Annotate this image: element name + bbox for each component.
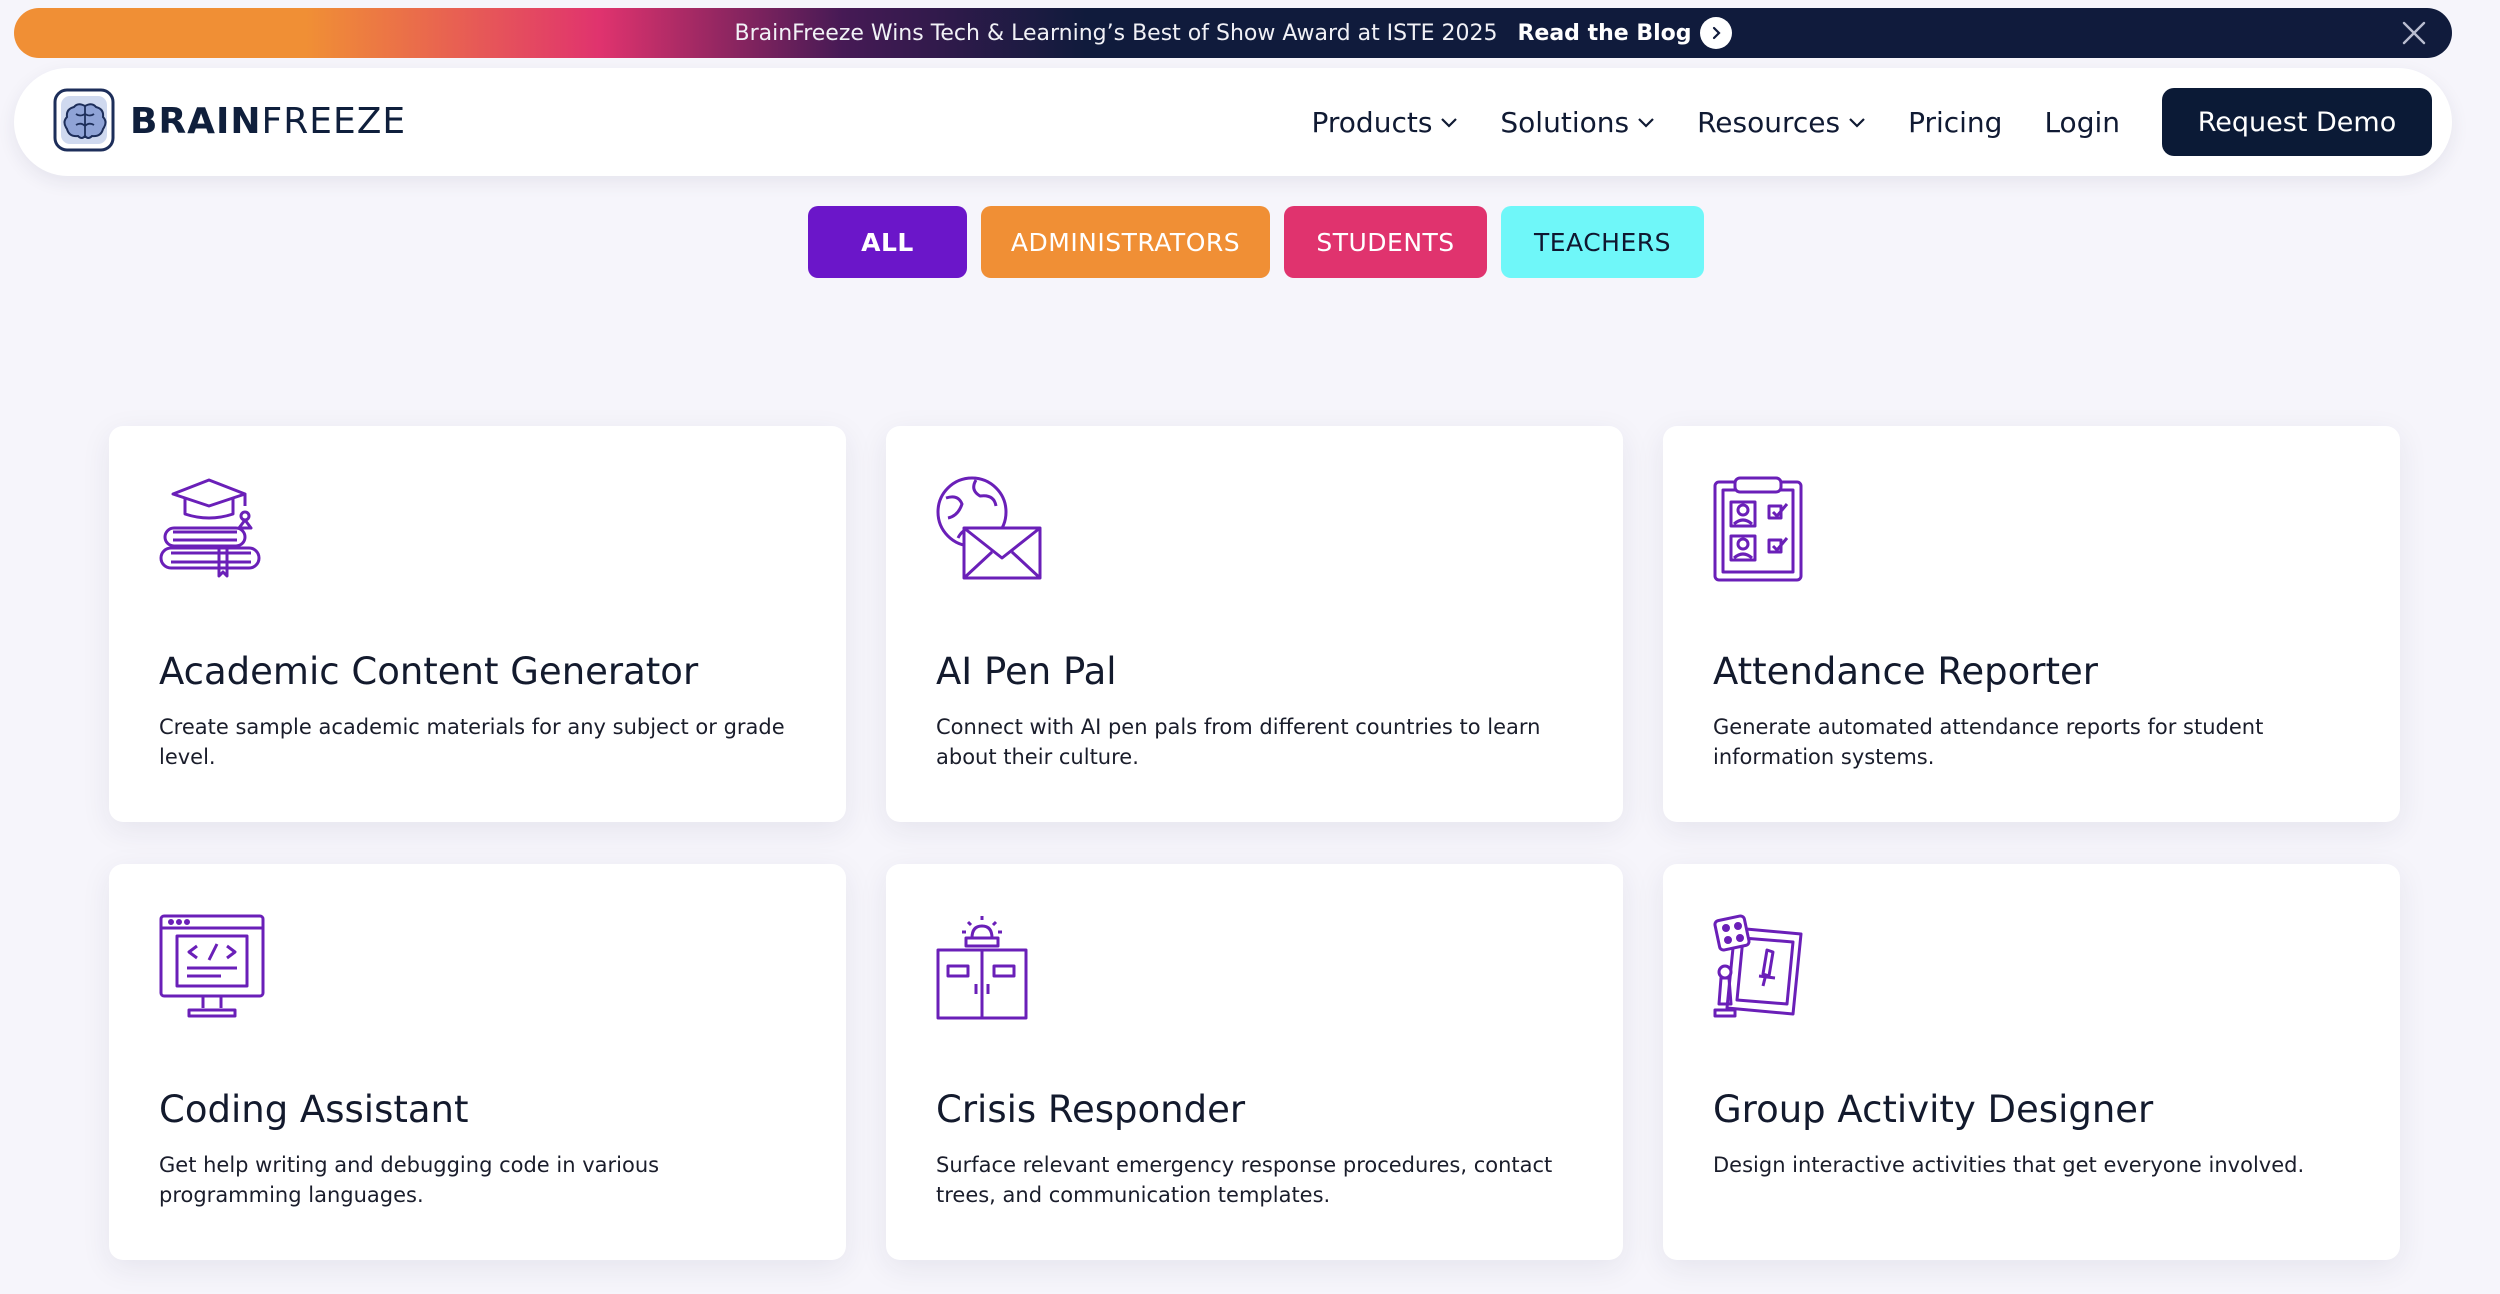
filter-all[interactable]: ALL — [808, 206, 967, 278]
tool-title: AI Pen Pal — [936, 650, 1117, 693]
nav-item-resources[interactable]: Resources — [1697, 106, 1866, 139]
chevron-down-icon — [1849, 118, 1865, 128]
filter-teachers[interactable]: TEACHERS — [1501, 206, 1704, 278]
tool-description: Generate automated attendance reports fo… — [1713, 715, 2264, 769]
game-board-icon — [1713, 914, 1803, 1018]
tool-card-attendance-reporter[interactable]: Attendance Reporter Generate automated a… — [1663, 426, 2400, 822]
tool-card-coding-assistant[interactable]: Coding Assistant Get help writing and de… — [109, 864, 846, 1260]
tool-title: Coding Assistant — [159, 1088, 469, 1131]
tool-title: Attendance Reporter — [1713, 650, 2098, 693]
tool-card-crisis-responder[interactable]: Crisis Responder Surface relevant emerge… — [886, 864, 1623, 1260]
banner-text: BrainFreeze Wins Tech & Learning’s Best … — [734, 20, 1498, 46]
tool-description: Design interactive activities that get e… — [1713, 1153, 2305, 1177]
tool-description: Get help writing and debugging code in v… — [159, 1153, 660, 1207]
chevron-down-icon — [1638, 118, 1654, 128]
request-demo-button[interactable]: Request Demo — [2162, 88, 2432, 156]
tool-description: Connect with AI pen pals from different … — [936, 715, 1541, 769]
tool-description: Surface relevant emergency response proc… — [936, 1153, 1553, 1207]
tool-title: Crisis Responder — [936, 1088, 1246, 1131]
tool-title: Group Activity Designer — [1713, 1088, 2154, 1131]
graduation-books-icon — [159, 478, 261, 578]
nav-item-pricing[interactable]: Pricing — [1908, 106, 2002, 139]
nav-menu: Products Solutions Resources Pricing Log… — [1312, 88, 2432, 156]
brand-name: BRAINFREEZE — [130, 100, 407, 142]
audience-filter-bar: ALL ADMINISTRATORS STUDENTS TEACHERS — [808, 206, 1718, 278]
tool-card-ai-pen-pal[interactable]: AI Pen Pal Connect with AI pen pals from… — [886, 426, 1623, 822]
alarm-doors-icon — [936, 916, 1028, 1020]
main-navbar: BRAINFREEZE Products Solutions Resources… — [14, 68, 2452, 176]
globe-envelope-icon — [936, 476, 1042, 580]
nav-item-products[interactable]: Products — [1312, 106, 1459, 139]
filter-students[interactable]: STUDENTS — [1284, 206, 1487, 278]
close-icon[interactable] — [2400, 19, 2428, 47]
brand-logo[interactable]: BRAINFREEZE — [52, 87, 406, 155]
clipboard-checklist-icon — [1713, 476, 1803, 582]
filter-administrators[interactable]: ADMINISTRATORS — [981, 206, 1270, 278]
tool-card-group-activity-designer[interactable]: Group Activity Designer Design interacti… — [1663, 864, 2400, 1260]
code-monitor-icon — [159, 914, 265, 1018]
announcement-banner: BrainFreeze Wins Tech & Learning’s Best … — [14, 8, 2452, 58]
brain-logo-icon — [53, 88, 115, 152]
nav-item-login[interactable]: Login — [2044, 106, 2120, 139]
tool-card-academic-content-generator[interactable]: Academic Content Generator Create sample… — [109, 426, 846, 822]
read-blog-link[interactable]: Read the Blog — [1517, 21, 1691, 46]
tool-description: Create sample academic materials for any… — [159, 715, 785, 769]
chevron-down-icon — [1441, 118, 1458, 128]
chevron-right-icon[interactable] — [1699, 17, 1732, 49]
tool-title: Academic Content Generator — [159, 650, 699, 693]
nav-item-solutions[interactable]: Solutions — [1500, 106, 1655, 139]
